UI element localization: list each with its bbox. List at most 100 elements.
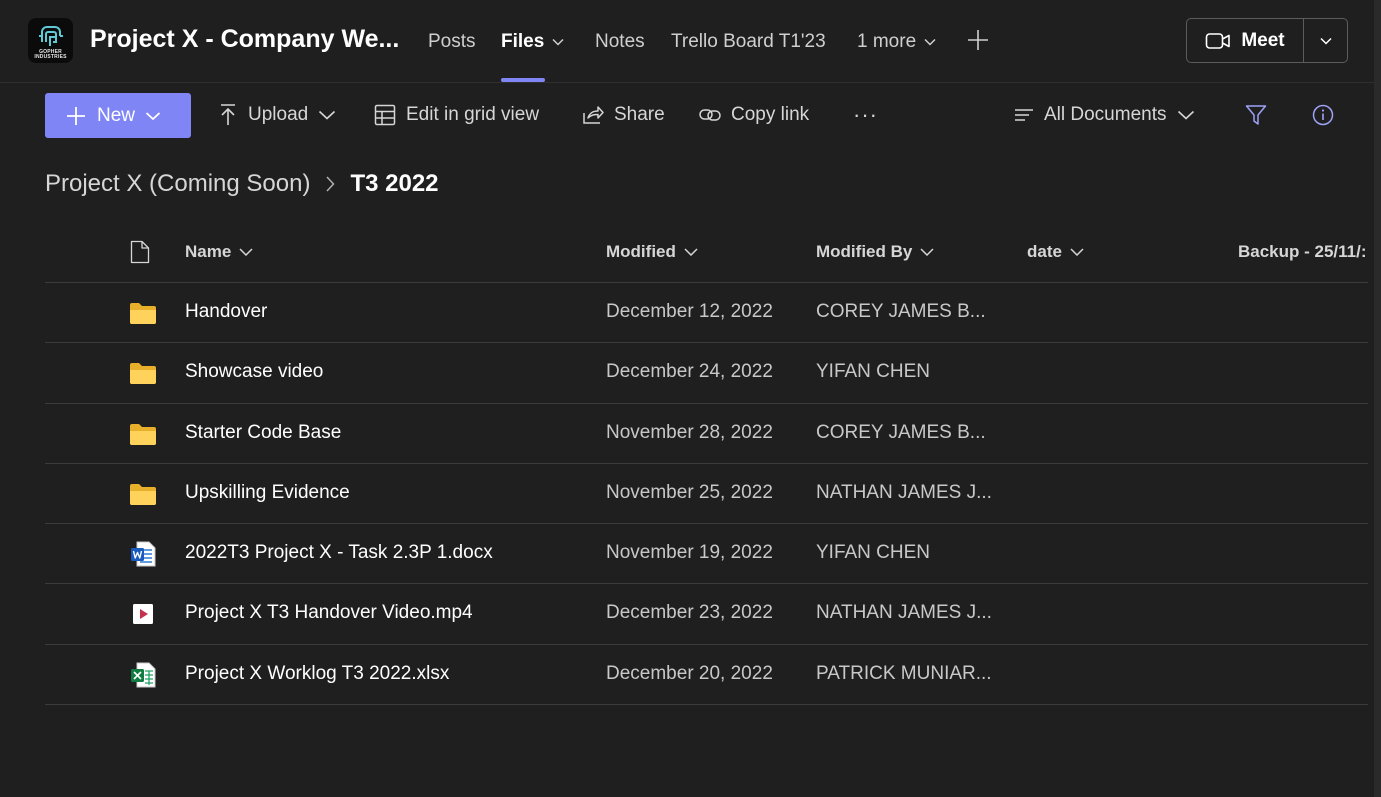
- tab-trello-board[interactable]: Trello Board T1'23: [671, 31, 826, 53]
- folder-icon: [129, 359, 157, 387]
- file-name[interactable]: Starter Code Base: [185, 422, 341, 444]
- table-row[interactable]: 2022T3 Project X - Task 2.3P 1.docx Nove…: [45, 524, 1368, 585]
- breadcrumb: Project X (Coming Soon) T3 2022: [45, 170, 439, 198]
- modified-date: November 19, 2022: [606, 542, 773, 564]
- breadcrumb-parent[interactable]: Project X (Coming Soon): [45, 170, 310, 198]
- tab-notes[interactable]: Notes: [595, 31, 645, 53]
- table-row[interactable]: Handover December 12, 2022 COREY JAMES B…: [45, 283, 1368, 344]
- video-file-icon: [129, 600, 157, 628]
- modified-date: December 12, 2022: [606, 301, 773, 322]
- filter-icon: [1245, 105, 1267, 125]
- more-icon: ···: [853, 102, 878, 127]
- modified-by: YIFAN CHEN: [816, 361, 931, 383]
- share-icon: [583, 106, 604, 124]
- table-row[interactable]: Upskilling Evidence November 25, 2022 NA…: [45, 464, 1368, 525]
- chevron-down-icon: [924, 38, 936, 46]
- grid-label: Edit in grid view: [406, 104, 540, 125]
- chevron-down-icon: [684, 248, 698, 256]
- upload-label: Upload: [248, 104, 309, 125]
- grid-icon: [374, 104, 396, 126]
- chevron-down-icon: [920, 248, 934, 256]
- column-label: Backup - 25/11/:: [1238, 242, 1367, 261]
- video-camera-icon: [1206, 32, 1231, 49]
- folder-icon: [129, 480, 157, 508]
- modified-date: November 28, 2022: [606, 421, 773, 443]
- modified-by: YIFAN CHEN: [816, 542, 931, 564]
- column-label: Modified By: [816, 242, 913, 261]
- folder-icon: [129, 420, 157, 448]
- file-name[interactable]: Upskilling Evidence: [185, 482, 350, 504]
- table-row[interactable]: Starter Code Base November 28, 2022 CORE…: [45, 404, 1368, 464]
- document-library-table: Name Modified Modified By date Backup - …: [45, 223, 1368, 706]
- chevron-down-icon: [145, 111, 161, 120]
- modified-date: December 24, 2022: [606, 361, 773, 383]
- chevron-down-icon: [552, 38, 564, 46]
- file-name[interactable]: Showcase video: [185, 361, 323, 383]
- column-label: Name: [185, 242, 232, 261]
- chevron-down-icon: [1070, 248, 1084, 256]
- tab-more[interactable]: 1 more: [857, 31, 936, 53]
- word-document-icon: [129, 540, 157, 568]
- add-tab-button[interactable]: [966, 28, 990, 52]
- modified-date: December 23, 2022: [606, 602, 773, 624]
- upload-icon: [221, 104, 235, 125]
- modified-by: PATRICK MUNIAR...: [816, 662, 992, 684]
- view-list-icon: [1015, 109, 1033, 121]
- table-row[interactable]: Showcase video December 24, 2022 YIFAN C…: [45, 343, 1368, 404]
- view-label: All Documents: [1044, 104, 1167, 125]
- table-header: Name Modified Modified By date Backup - …: [45, 223, 1368, 283]
- tab-label: 1 more: [857, 31, 917, 52]
- modified-by: NATHAN JAMES J...: [816, 481, 992, 503]
- team-header: GOPHER INDUSTRIES Project X - Company We…: [0, 0, 1381, 83]
- team-title[interactable]: Project X - Company We...: [90, 25, 399, 54]
- modified-date: November 25, 2022: [606, 481, 773, 503]
- more-actions-button[interactable]: ···: [853, 101, 878, 129]
- tab-label: Files: [501, 31, 545, 52]
- plus-icon: [968, 30, 988, 50]
- file-type-column-header[interactable]: [130, 240, 150, 264]
- modified-by-column-header[interactable]: Modified By: [816, 242, 934, 262]
- team-logo[interactable]: GOPHER INDUSTRIES: [28, 18, 73, 63]
- modified-by: COREY JAMES B...: [816, 421, 986, 443]
- tab-label: Notes: [595, 31, 645, 52]
- document-icon: [130, 240, 150, 264]
- info-icon: [1312, 104, 1334, 126]
- new-label: New: [97, 104, 136, 126]
- details-pane-button[interactable]: [1312, 101, 1334, 129]
- new-button[interactable]: New: [45, 93, 191, 138]
- view-selector[interactable]: All Documents: [1014, 101, 1195, 129]
- backup-column-header[interactable]: Backup - 25/11/:: [1238, 242, 1368, 262]
- logo-text: GOPHER INDUSTRIES: [34, 48, 67, 60]
- tab-posts[interactable]: Posts: [428, 31, 476, 53]
- share-label: Share: [614, 104, 665, 125]
- excel-spreadsheet-icon: [129, 661, 157, 689]
- share-button[interactable]: Share: [582, 101, 665, 129]
- modified-by: NATHAN JAMES J...: [816, 602, 992, 624]
- file-name[interactable]: Handover: [185, 301, 267, 323]
- meet-button[interactable]: Meet: [1187, 19, 1304, 62]
- meet-button-group: Meet: [1186, 18, 1348, 63]
- edit-grid-view-button[interactable]: Edit in grid view: [374, 101, 539, 129]
- file-name[interactable]: 2022T3 Project X - Task 2.3P 1.docx: [185, 542, 493, 564]
- modified-column-header[interactable]: Modified: [606, 242, 698, 262]
- modified-by: COREY JAMES B...: [816, 301, 986, 322]
- meet-options-button[interactable]: [1304, 19, 1347, 62]
- chevron-right-icon: [326, 176, 335, 192]
- filter-button[interactable]: [1245, 101, 1267, 129]
- name-column-header[interactable]: Name: [185, 242, 253, 262]
- link-icon: [699, 109, 721, 121]
- table-row[interactable]: Project X Worklog T3 2022.xlsx December …: [45, 645, 1368, 706]
- table-row[interactable]: Project X T3 Handover Video.mp4 December…: [45, 584, 1368, 645]
- upload-button[interactable]: Upload: [218, 101, 336, 129]
- file-name[interactable]: Project X Worklog T3 2022.xlsx: [185, 663, 449, 685]
- copy-link-button[interactable]: Copy link: [699, 101, 809, 129]
- active-tab-indicator: [501, 78, 545, 82]
- copy-link-label: Copy link: [731, 104, 810, 125]
- chevron-down-icon: [239, 248, 253, 256]
- tab-files[interactable]: Files: [501, 31, 564, 53]
- date-column-header[interactable]: date: [1027, 242, 1084, 262]
- file-name[interactable]: Project X T3 Handover Video.mp4: [185, 602, 473, 624]
- window-edge: [1374, 0, 1381, 797]
- folder-icon: [129, 299, 157, 327]
- chevron-down-icon: [1319, 37, 1332, 45]
